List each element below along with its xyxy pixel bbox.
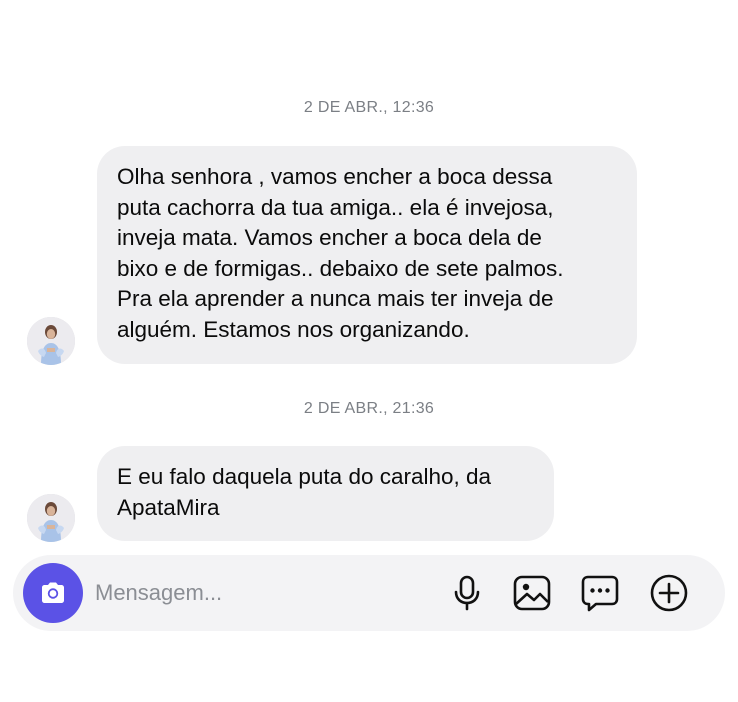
sticker-chat-icon bbox=[581, 575, 619, 612]
voice-message-button[interactable] bbox=[447, 573, 487, 613]
message-text-line: puta cachorra da tua amiga.. ela é invej… bbox=[117, 194, 554, 220]
sender-avatar[interactable] bbox=[27, 494, 75, 542]
message-text-line: alguém. Estamos nos organizando. bbox=[117, 316, 470, 342]
avatar-photo bbox=[27, 317, 75, 365]
sender-avatar[interactable] bbox=[27, 317, 75, 365]
message-text-line: ApataMira bbox=[117, 494, 220, 520]
message-text-line: bixo e de formigas.. debaixo de sete pal… bbox=[117, 255, 564, 281]
received-message-bubble[interactable]: E eu falo daquela puta do caralho, da Ap… bbox=[97, 446, 554, 541]
camera-icon bbox=[42, 582, 64, 603]
message-text-line: E eu falo daquela puta do caralho, da bbox=[117, 464, 492, 489]
message-composer bbox=[13, 555, 725, 631]
avatar-photo bbox=[27, 494, 75, 542]
message-input[interactable] bbox=[95, 577, 425, 609]
message-timestamp: 2 DE ABR., 21:36 bbox=[303, 400, 435, 417]
message-text-line: Pra ela aprender a nunca mais ter inveja… bbox=[117, 286, 554, 312]
message-text-line: Olha senhora , vamos encher a boca dessa bbox=[117, 164, 553, 189]
plus-circle-icon bbox=[650, 574, 688, 612]
gallery-button[interactable] bbox=[512, 573, 552, 613]
sticker-button[interactable] bbox=[580, 573, 620, 613]
message-text-line: inveja mata. Vamos encher a boca dela de bbox=[117, 225, 542, 251]
more-options-button[interactable] bbox=[649, 573, 689, 613]
received-message-bubble[interactable]: Olha senhora , vamos encher a boca dessa… bbox=[97, 146, 637, 364]
microphone-icon bbox=[454, 575, 480, 611]
message-timestamp: 2 DE ABR., 12:36 bbox=[303, 99, 435, 116]
camera-button[interactable] bbox=[23, 563, 83, 623]
image-icon bbox=[513, 575, 551, 611]
